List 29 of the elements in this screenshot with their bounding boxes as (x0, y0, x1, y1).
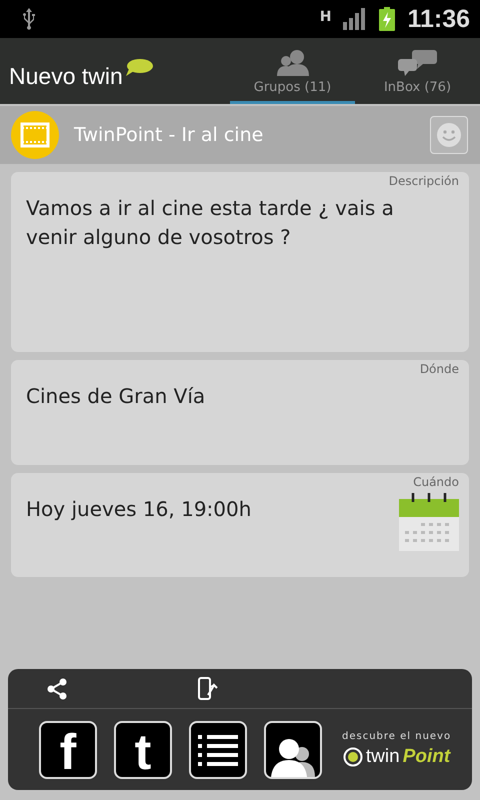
twinpoint-logo[interactable]: twin Point (342, 746, 450, 768)
phone-rotate-icon[interactable] (198, 676, 218, 700)
facebook-button[interactable]: f (39, 720, 97, 778)
people-icon (276, 50, 310, 76)
people-icon (271, 736, 315, 776)
tab[interactable]: InBox (76) (355, 38, 480, 104)
field-value: Hoy jueves 16, 19:00h (26, 496, 252, 523)
share-icon[interactable] (46, 678, 68, 700)
field-label: Cuándo (413, 475, 459, 489)
list-button[interactable] (189, 720, 247, 778)
app-logo: Nuevo twin (9, 62, 123, 90)
contacts-button[interactable] (264, 720, 322, 778)
calendar-icon[interactable] (399, 493, 459, 551)
field-value: Vamos a ir al cine esta tarde ¿ vais a venir alguno de vosotros ? (26, 195, 395, 251)
field-label: Descripción (388, 174, 459, 188)
ring-icon (342, 747, 363, 767)
speech-bubble-icon (124, 59, 153, 77)
film-icon (10, 110, 60, 160)
field-label: Dónde (420, 362, 459, 376)
chat-bubbles-icon (398, 50, 438, 76)
battery-icon (379, 7, 396, 31)
signal-icon (343, 8, 368, 30)
usb-icon (22, 8, 36, 30)
promo-caption: descubre el nuevo (342, 731, 452, 742)
field-value: Cines de Gran Vía (26, 383, 206, 410)
twitter-button[interactable]: t (114, 720, 172, 778)
clock: 11:36 (407, 4, 470, 34)
event-title: TwinPoint - Ir al cine (74, 124, 264, 146)
network-type: H (320, 8, 332, 24)
